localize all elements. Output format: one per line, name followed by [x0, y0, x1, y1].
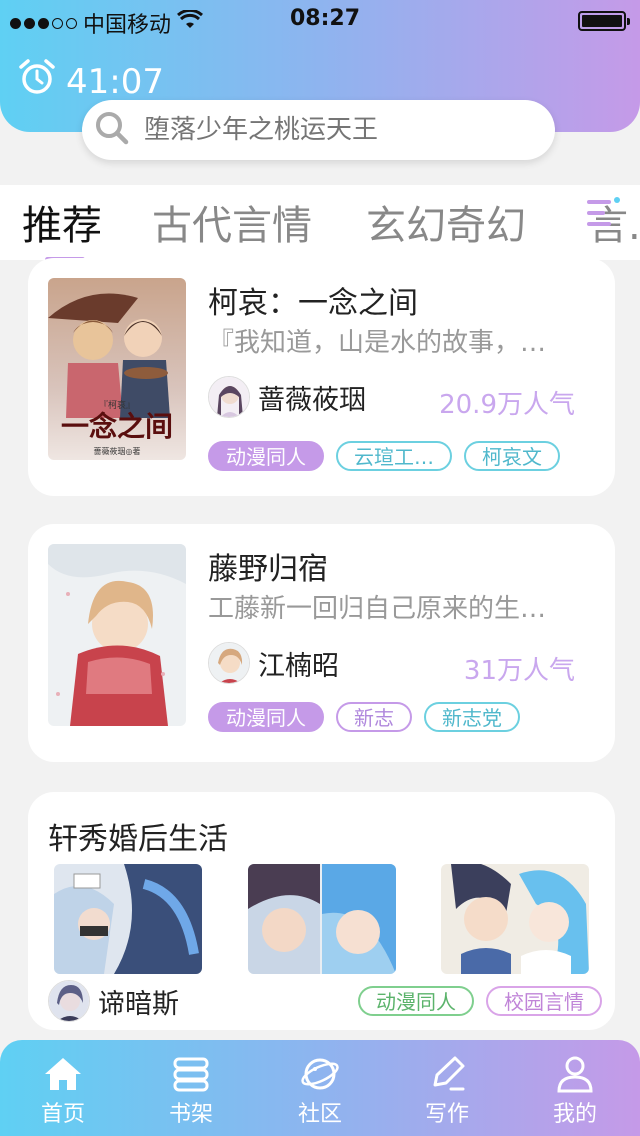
author-name: 江楠昭 [258, 650, 339, 682]
timer-value: 41:07 [66, 61, 164, 102]
carrier: 中国移动 [10, 7, 204, 39]
tag[interactable]: 动漫同人 [208, 702, 324, 732]
tag[interactable]: 新志 [336, 702, 412, 732]
search-input[interactable] [144, 115, 524, 145]
bottom-nav: 首页 书架 社区 写作 我的 [0, 1040, 640, 1136]
avatar [48, 980, 90, 1022]
nav-label: 社区 [297, 1102, 342, 1127]
tag[interactable]: 柯哀文 [464, 441, 560, 471]
tab-fantasy[interactable]: 玄幻奇幻 [366, 193, 526, 251]
popularity: 31万人气 [463, 656, 575, 686]
book-cover[interactable] [48, 544, 186, 726]
tag[interactable]: 动漫同人 [208, 441, 324, 471]
featured-card[interactable]: 轩秀婚后生活 谛暗斯 动漫同人 校园言情 [28, 792, 615, 1030]
nav-write[interactable]: 写作 [402, 1054, 492, 1128]
author-name: 谛暗斯 [98, 988, 179, 1020]
tag-list: 动漫同人 校园言情 [358, 986, 602, 1016]
category-tabs: 推荐 古代言情 玄幻奇幻 言... [0, 185, 640, 262]
alarm-clock-icon [18, 58, 56, 105]
book-title[interactable]: 柯哀：一念之间 [208, 278, 418, 322]
nav-community[interactable]: 社区 [275, 1054, 365, 1128]
avatar [208, 642, 250, 684]
popularity: 20.9万人气 [439, 390, 575, 420]
signal-icon [10, 17, 77, 29]
menu-icon[interactable] [585, 196, 621, 236]
status-bar: 中国移动 08:27 [0, 0, 640, 40]
comic-thumbnail[interactable] [54, 864, 202, 974]
planet-icon [275, 1054, 365, 1094]
author-info[interactable]: 江楠昭 [208, 642, 339, 684]
status-time: 08:27 [290, 6, 361, 31]
bookshelf-icon [146, 1054, 236, 1094]
nav-label: 写作 [424, 1102, 469, 1127]
tag[interactable]: 校园言情 [486, 986, 602, 1016]
nav-label: 书架 [168, 1102, 213, 1127]
nav-label: 我的 [552, 1102, 597, 1127]
book-card[interactable]: 『柯哀』 一念之间 蔷薇莜珚◎著 柯哀：一念之间 『我知道，山是水的故事，… 蔷… [28, 258, 615, 496]
tag[interactable]: 新志党 [424, 702, 520, 732]
book-desc: 工藤新一回归自己原来的生… [208, 594, 547, 624]
author-info[interactable]: 蔷薇莜珚 [208, 376, 366, 418]
search-bar[interactable] [82, 100, 555, 160]
tag-list: 动漫同人 云瑄工… 柯哀文 [208, 441, 560, 471]
nav-bookshelf[interactable]: 书架 [146, 1054, 236, 1128]
book-desc: 『我知道，山是水的故事，… [208, 328, 547, 358]
tag-list: 动漫同人 新志 新志党 [208, 702, 520, 732]
battery-icon [578, 11, 630, 31]
reading-timer[interactable]: 41:07 [18, 58, 164, 105]
search-icon [94, 110, 130, 150]
tab-recommend[interactable]: 推荐 [22, 193, 102, 251]
book-title[interactable]: 藤野归宿 [208, 544, 328, 588]
wifi-icon [177, 8, 204, 36]
book-card[interactable]: 藤野归宿 工藤新一回归自己原来的生… 江楠昭 31万人气 动漫同人 新志 新志党 [28, 524, 615, 762]
nav-home[interactable]: 首页 [18, 1054, 108, 1128]
comic-thumbnail[interactable] [248, 864, 396, 974]
featured-title[interactable]: 轩秀婚后生活 [48, 814, 228, 858]
carrier-label: 中国移动 [83, 13, 172, 38]
tag[interactable]: 动漫同人 [358, 986, 474, 1016]
avatar [208, 376, 250, 418]
author-name: 蔷薇莜珚 [258, 384, 366, 416]
tab-ancient-romance[interactable]: 古代言情 [152, 193, 312, 251]
nav-label: 首页 [40, 1102, 85, 1127]
person-icon [530, 1054, 620, 1094]
pen-icon [402, 1054, 492, 1094]
cover-title-text: 一念之间 [61, 410, 173, 443]
book-cover[interactable]: 『柯哀』 一念之间 蔷薇莜珚◎著 [48, 278, 186, 460]
cover-author-text: 蔷薇莜珚◎著 [94, 446, 141, 456]
nav-profile[interactable]: 我的 [530, 1054, 620, 1128]
home-icon [18, 1054, 108, 1094]
comic-thumbnail[interactable] [441, 864, 589, 974]
tag[interactable]: 云瑄工… [336, 441, 452, 471]
author-info[interactable]: 谛暗斯 [48, 980, 179, 1022]
